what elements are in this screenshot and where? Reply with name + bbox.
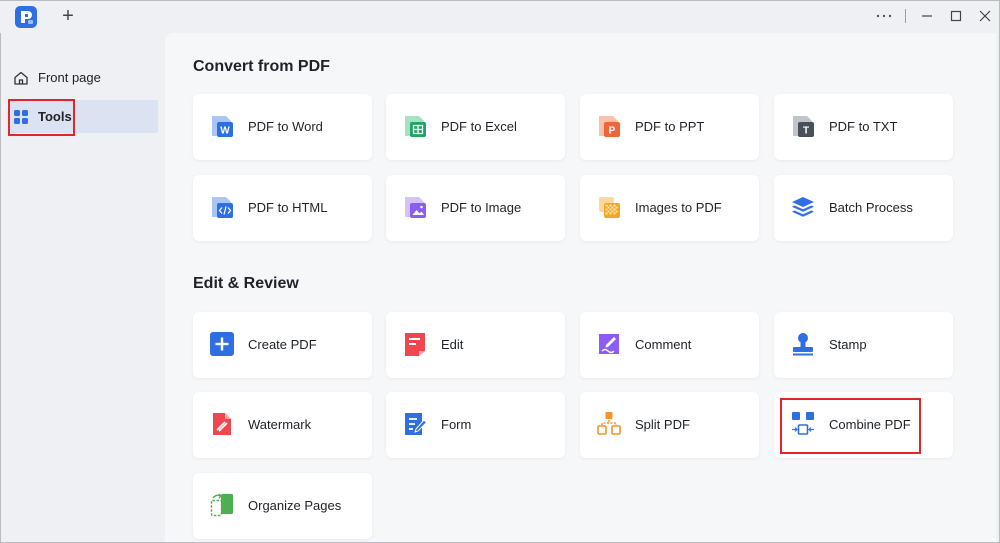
card-pdf-to-excel[interactable]: PDF to Excel: [386, 94, 565, 160]
image-icon: [405, 197, 426, 218]
card-pdf-to-html[interactable]: PDF to HTML: [193, 175, 372, 241]
title-bar: +: [0, 0, 1000, 33]
layers-icon: [792, 197, 814, 217]
card-label: PDF to Image: [441, 200, 522, 215]
section-title-edit-review: Edit & Review: [193, 275, 299, 292]
split-icon: [597, 412, 621, 435]
edit-icon: [405, 333, 425, 356]
txt-icon: T: [793, 116, 814, 137]
card-label: Combine PDF: [829, 417, 911, 432]
card-label: PDF to HTML: [248, 200, 328, 215]
card-label: Comment: [635, 337, 692, 352]
card-pdf-to-image[interactable]: PDF to Image: [386, 175, 565, 241]
word-icon: W: [212, 116, 233, 137]
card-images-to-pdf[interactable]: Images to PDF: [580, 175, 759, 241]
ppt-icon: P: [599, 116, 620, 137]
svg-text:W: W: [220, 126, 230, 137]
sidebar: Front page Tools: [0, 33, 165, 543]
close-icon[interactable]: [973, 5, 997, 27]
card-pdf-to-txt[interactable]: T PDF to TXT: [774, 94, 953, 160]
card-label: Watermark: [248, 417, 312, 432]
titlebar-divider: [905, 9, 906, 23]
card-label: PDF to Excel: [441, 119, 517, 134]
sidebar-item-front-page[interactable]: Front page: [10, 61, 158, 94]
card-organize-pages[interactable]: Organize Pages: [193, 473, 372, 539]
grid-icon: [14, 109, 28, 124]
sidebar-item-tools[interactable]: Tools: [10, 100, 158, 133]
stamp-icon: [793, 333, 813, 356]
card-label: Organize Pages: [248, 498, 342, 513]
new-tab-button[interactable]: +: [57, 4, 79, 28]
organize-icon: [210, 493, 233, 517]
svg-text:T: T: [803, 126, 809, 137]
comment-icon: [599, 334, 619, 354]
card-pdf-to-ppt[interactable]: P PDF to PPT: [580, 94, 759, 160]
card-label: PDF to TXT: [829, 119, 898, 134]
card-pdf-to-word[interactable]: W PDF to Word: [193, 94, 372, 160]
card-stamp[interactable]: Stamp: [774, 312, 953, 378]
card-label: PDF to PPT: [635, 119, 705, 134]
svg-text:P: P: [609, 126, 616, 137]
card-split-pdf[interactable]: Split PDF: [580, 392, 759, 458]
card-create-pdf[interactable]: Create PDF: [193, 312, 372, 378]
card-edit[interactable]: Edit: [386, 312, 565, 378]
sidebar-item-label: Tools: [38, 109, 72, 124]
card-label: Form: [441, 417, 472, 432]
sidebar-item-label: Front page: [38, 70, 101, 85]
card-label: Images to PDF: [635, 200, 722, 215]
section-title-convert: Convert from PDF: [193, 58, 330, 75]
maximize-icon[interactable]: [944, 5, 968, 27]
card-label: Stamp: [829, 337, 867, 352]
card-form[interactable]: Form: [386, 392, 565, 458]
watermark-icon: [213, 413, 231, 435]
app-logo-icon: [15, 6, 37, 28]
html-icon: [212, 197, 233, 218]
combine-icon: [792, 412, 814, 435]
minimize-icon[interactable]: [915, 5, 939, 27]
images-to-pdf-icon: [599, 197, 620, 218]
card-label: Batch Process: [829, 200, 913, 215]
card-combine-pdf[interactable]: Combine PDF: [774, 392, 953, 458]
card-comment[interactable]: Comment: [580, 312, 759, 378]
card-label: Edit: [441, 337, 464, 352]
card-label: Split PDF: [635, 417, 690, 432]
card-label: PDF to Word: [248, 119, 323, 134]
excel-icon: [405, 116, 426, 137]
card-label: Create PDF: [248, 337, 317, 352]
home-icon: [14, 71, 28, 85]
card-watermark[interactable]: Watermark: [193, 392, 372, 458]
card-batch-process[interactable]: Batch Process: [774, 175, 953, 241]
window-border-top: [0, 0, 1000, 1]
form-icon: [405, 413, 428, 435]
more-options-icon[interactable]: [872, 5, 896, 27]
plus-icon: [210, 332, 234, 356]
